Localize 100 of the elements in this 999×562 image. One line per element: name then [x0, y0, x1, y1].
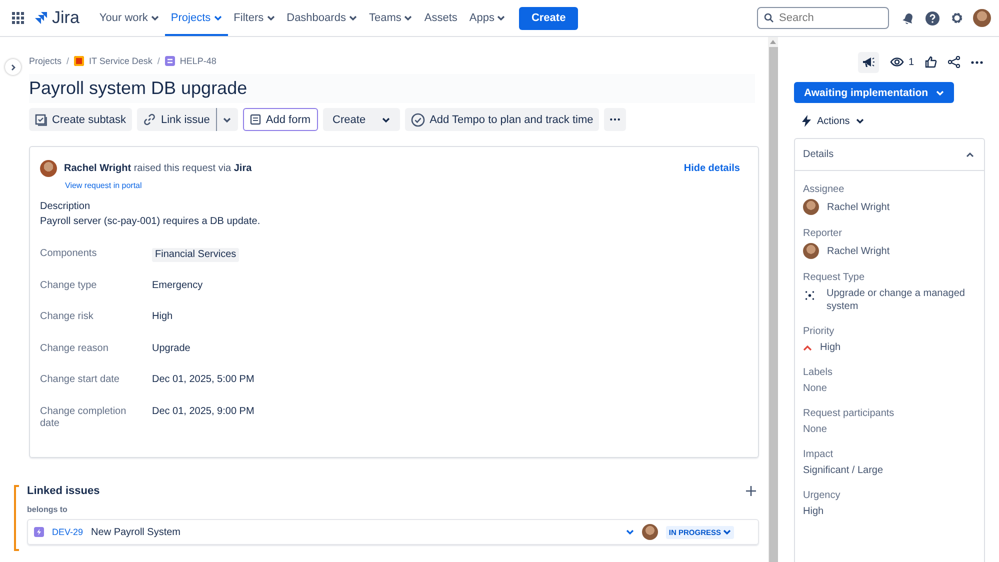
field-label: Labels: [803, 367, 834, 378]
field-value: Dec 01, 2025, 5:00 PM: [152, 374, 254, 386]
watch-button[interactable]: 1: [890, 56, 914, 68]
field-label: Reporter: [803, 228, 843, 239]
lightning-icon: [802, 115, 811, 127]
field-value: Dec 01, 2025, 9:00 PM: [152, 406, 254, 418]
issue-key-link[interactable]: DEV-29: [52, 527, 84, 537]
scrollbar[interactable]: [768, 37, 778, 562]
description-label: Description: [40, 201, 92, 212]
user-name: Rachel Wright: [827, 200, 890, 214]
field-value: Significant / Large: [803, 464, 884, 477]
more-button[interactable]: [604, 108, 626, 131]
profile-avatar: [973, 9, 991, 27]
check-circle-icon: [410, 112, 425, 126]
eye-icon: [890, 57, 904, 67]
field-label: Components: [40, 248, 98, 260]
field-label: Assignee: [803, 184, 846, 195]
search-field[interactable]: Search: [757, 7, 889, 29]
link-icon: [142, 113, 156, 126]
hide-details-link[interactable]: Hide details: [684, 163, 740, 174]
nav-menu-item[interactable]: Teams: [362, 0, 418, 36]
issue-type-icon: [164, 56, 175, 66]
field-label: Change reason: [40, 342, 110, 355]
status-button[interactable]: Awaiting implementation: [794, 82, 954, 103]
chevron-down-icon: [214, 15, 222, 21]
product-name: Jira: [52, 8, 80, 28]
jira-logo-icon: [34, 11, 48, 25]
user-avatar: [803, 243, 819, 259]
issue-title[interactable]: Payroll system DB upgrade: [29, 74, 755, 103]
project-icon: [74, 56, 84, 66]
field-label: Change start date: [40, 374, 120, 386]
user-name: Rachel Wright: [827, 244, 890, 258]
link-type-label: belongs to: [27, 505, 68, 514]
nav-menu-item[interactable]: Your work: [93, 0, 165, 36]
nav-menu-item[interactable]: Assets: [418, 0, 464, 36]
toolbar-button[interactable]: Create subtask: [29, 108, 132, 131]
actions-button[interactable]: Actions: [802, 115, 864, 127]
priority-value: High: [820, 341, 841, 354]
field-label: Change completion date: [40, 406, 128, 430]
field-label: Change type: [40, 280, 98, 292]
section-title: Linked issues: [27, 485, 100, 497]
breadcrumb-link[interactable]: IT Service Desk: [89, 56, 152, 66]
view-portal-link[interactable]: View request in portal: [65, 181, 142, 190]
chevron-down-icon: [266, 15, 275, 21]
breadcrumb-separator: /: [157, 56, 160, 66]
create-menu-button[interactable]: Create: [322, 108, 400, 131]
announcement-button[interactable]: [858, 52, 880, 72]
breadcrumb-link[interactable]: HELP-48: [180, 56, 216, 66]
field-label: Request participants: [803, 408, 896, 419]
epic-icon: [34, 527, 44, 537]
field-label: Urgency: [803, 490, 842, 501]
nav-menu-item[interactable]: Projects: [164, 0, 228, 36]
chevron-down-icon: [936, 90, 944, 96]
raised-by-text: Rachel Wright raised this request via Jira: [64, 163, 252, 174]
more-icon[interactable]: [971, 60, 983, 64]
settings-icon[interactable]: [950, 11, 964, 25]
field-value: Emergency: [152, 280, 203, 292]
chevron-down-icon: [856, 118, 864, 124]
toolbar-button[interactable]: Add form: [242, 108, 318, 131]
breadcrumb-link[interactable]: Projects: [29, 56, 62, 66]
reporter-avatar: [40, 160, 57, 177]
search-icon: [764, 13, 774, 23]
component-tag: Financial Services: [152, 248, 240, 262]
help-icon[interactable]: [925, 10, 940, 26]
field-value: Upgrade: [152, 342, 190, 355]
chevron-right-icon: [10, 64, 16, 70]
toolbar-button[interactable]: Add Tempo to plan and track time: [404, 108, 600, 131]
issue-summary: New Payroll System: [91, 526, 182, 538]
chevron-down-icon: [497, 15, 506, 21]
assignee-avatar: [642, 524, 658, 540]
add-icon[interactable]: [746, 486, 756, 496]
request-type-value: Upgrade or change a managed system: [826, 287, 966, 313]
thumbs-up-icon[interactable]: [925, 56, 937, 68]
field-value: High: [152, 311, 173, 324]
notifications-icon[interactable]: [902, 12, 915, 24]
request-type-icon: [805, 290, 815, 301]
create-button[interactable]: Create: [519, 6, 578, 30]
app-switcher-icon[interactable]: [12, 12, 24, 24]
share-icon[interactable]: [948, 56, 960, 68]
field-label: Impact: [803, 449, 834, 460]
field-label: Priority: [803, 326, 836, 337]
nav-menu-item[interactable]: Filters: [228, 0, 281, 36]
chevron-down-icon: [723, 529, 731, 535]
nav-menu-item[interactable]: Dashboards: [280, 0, 363, 36]
user-avatar: [803, 199, 819, 215]
megaphone-icon: [862, 56, 876, 68]
chevron-down-icon: [150, 15, 159, 21]
field-value: None: [803, 423, 827, 436]
field-value: High: [803, 505, 824, 518]
subtask-icon: [35, 114, 47, 126]
nav-menu-item[interactable]: Apps: [463, 0, 512, 36]
chevron-down-icon: [382, 116, 390, 122]
field-label: Change risk: [40, 311, 94, 324]
more-icon: [610, 118, 620, 121]
chevron-down-icon: [223, 116, 232, 122]
breadcrumb-separator: /: [66, 56, 70, 66]
highlight-bracket: [14, 485, 19, 551]
expand-sidebar-button[interactable]: [5, 59, 21, 75]
details-header[interactable]: Details: [795, 139, 984, 171]
field-label: Request Type: [803, 272, 866, 283]
